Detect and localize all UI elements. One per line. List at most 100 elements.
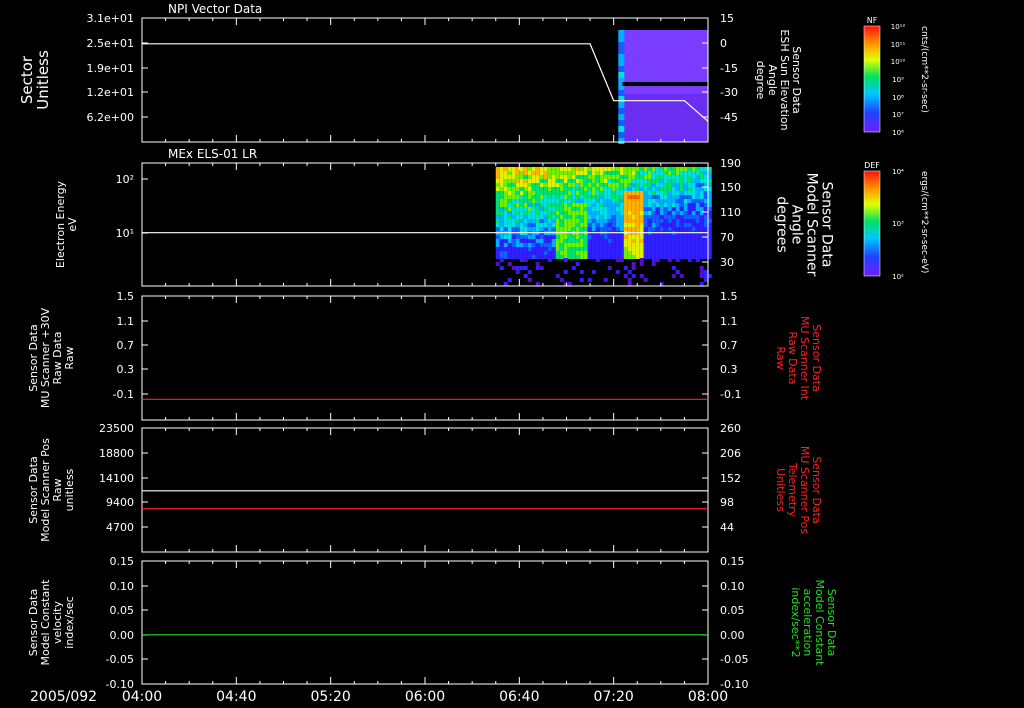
spectrogram-cell [643, 207, 648, 211]
spectrogram-cell [511, 191, 516, 195]
spectrogram-cell [679, 274, 684, 278]
spectrogram-cell [531, 167, 536, 171]
spectrogram-cell [559, 227, 564, 231]
spectrogram-cell [507, 187, 512, 191]
spectrogram-cell [591, 203, 596, 207]
spectrogram-cell [607, 167, 612, 171]
spectrogram-cell [647, 251, 652, 255]
spectrogram-cell [579, 207, 584, 211]
spectrogram-cell [555, 207, 560, 211]
x-tick-label: 04:00 [122, 689, 162, 705]
spectrogram-cell [559, 191, 564, 195]
spectrogram-cell [531, 251, 536, 255]
spectrogram-cell [603, 235, 608, 239]
spectrogram-cell [699, 175, 704, 179]
spectrogram-cell [579, 171, 584, 175]
spectrogram-cell [675, 167, 680, 171]
spectrogram-cell [611, 223, 616, 227]
spectrogram-cell [699, 274, 704, 278]
spectrogram-cell [607, 227, 612, 231]
spectrogram-cell [515, 215, 520, 219]
spectrogram-cell [647, 179, 652, 183]
spectrogram-cell [655, 199, 660, 203]
spectrogram-cell [591, 255, 596, 259]
spectrogram-cell [667, 187, 672, 191]
spectrogram-cell [535, 167, 540, 171]
spectrogram-cell [595, 227, 600, 231]
spectrogram-cell [627, 211, 632, 215]
spectrogram-cell [495, 179, 500, 183]
spectrogram-cell [667, 219, 672, 223]
spectrogram-cell [631, 211, 636, 215]
spectrogram-cell [511, 207, 516, 211]
spectrogram-cell [679, 251, 684, 255]
spectrogram-cell [703, 215, 708, 219]
spectrogram-cell [615, 167, 620, 171]
spectrogram-cell [623, 175, 628, 179]
spectrogram-cell [639, 219, 644, 223]
spectrogram-cell [675, 203, 680, 207]
spectrogram-cell [559, 175, 564, 179]
spectrogram-cell [607, 199, 612, 203]
spectrogram-cell [583, 223, 588, 227]
right-tick-label: 190 [720, 157, 741, 170]
spectrogram-cell [515, 235, 520, 239]
spectrogram-cell [631, 195, 636, 199]
spectrogram-cell [591, 247, 596, 251]
spectrogram-cell [647, 215, 652, 219]
spectrogram-cell [551, 239, 556, 243]
x-tick-label: 06:00 [405, 689, 445, 705]
spectrogram-cell [547, 227, 552, 231]
spectrogram-cell [519, 215, 524, 219]
right-axis-label: Sensor Data [819, 182, 835, 268]
spectrogram-cell [691, 175, 696, 179]
spectrogram-cell [699, 251, 704, 255]
spectrogram-cell [575, 171, 580, 175]
spectrogram-cell [591, 171, 596, 175]
left-tick-label: -0.05 [106, 653, 134, 666]
spectrogram-cell [531, 183, 536, 187]
spectrogram-cell [659, 199, 664, 203]
spectrogram-cell [679, 255, 684, 259]
spectrogram-cell [523, 266, 528, 270]
spectrogram-cell [599, 223, 604, 227]
spectrogram-cell [495, 187, 500, 191]
spectrogram-cell [575, 251, 580, 255]
spectrogram-cell [623, 171, 628, 175]
spectrogram-cell [615, 219, 620, 223]
spectrogram-cell [495, 255, 500, 259]
spectrogram-cell [595, 251, 600, 255]
spectrogram-cell [639, 223, 644, 227]
spectrogram-cell [535, 191, 540, 195]
spectrogram-cell [607, 175, 612, 179]
spectrogram-cell [703, 270, 708, 274]
spectrogram-cell [555, 191, 560, 195]
spectrogram-cell [595, 239, 600, 243]
spectrogram-cell [655, 175, 660, 179]
spectrogram-cell [699, 207, 704, 211]
spectrogram-cell [635, 203, 640, 207]
spectrogram-cell [619, 211, 624, 215]
spectrogram-cell [547, 179, 552, 183]
spectrogram-cell [671, 255, 676, 259]
spectrogram-cell [651, 171, 656, 175]
spectrogram-cell [631, 239, 636, 243]
spectrogram-cell [603, 179, 608, 183]
spectrogram-cell [699, 179, 704, 183]
spectrogram-cell [515, 223, 520, 227]
spectrogram-cell [655, 243, 660, 247]
spectrogram-cell [587, 243, 592, 247]
spectrogram-cell [691, 203, 696, 207]
spectrogram-cell [555, 187, 560, 191]
spectrogram-cell [583, 171, 588, 175]
spectrogram-cell [523, 199, 528, 203]
spectrogram-cell [519, 266, 524, 270]
spectrogram-cell [623, 227, 628, 231]
spectrogram-cell [563, 219, 568, 223]
spectrogram-cell [655, 171, 660, 175]
spectrogram-cell [603, 211, 608, 215]
left-tick-label: 0.7 [117, 339, 135, 352]
spectrogram-cell [583, 183, 588, 187]
spectrogram-cell [583, 243, 588, 247]
spectrogram-cell [695, 191, 700, 195]
